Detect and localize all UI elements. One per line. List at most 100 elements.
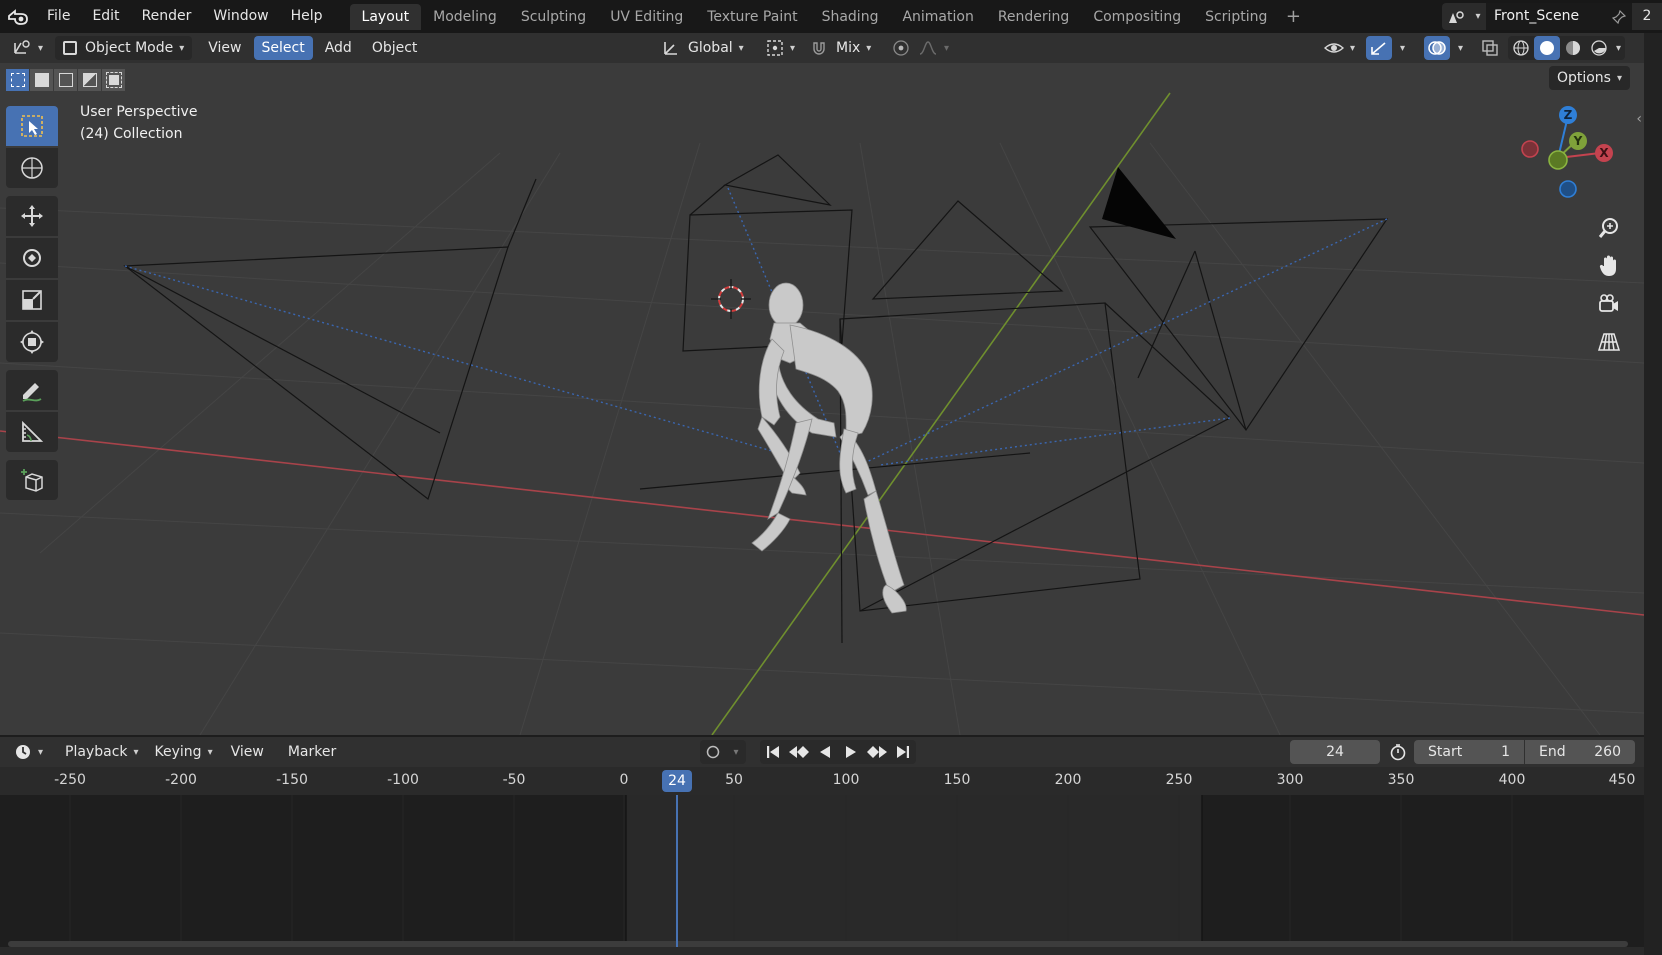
overlays-toggle[interactable]	[1424, 36, 1450, 60]
zoom-icon[interactable]	[1592, 211, 1626, 245]
auto-keying-dropdown[interactable]: ▾	[726, 740, 746, 764]
jump-to-keyframe-prev-button[interactable]	[786, 740, 812, 764]
current-frame-badge[interactable]: 24	[662, 770, 692, 792]
playback-menu[interactable]: Playback ▾	[59, 740, 145, 764]
tab-modeling[interactable]: Modeling	[421, 4, 509, 30]
transform-orientation-dropdown[interactable]: Global ▾	[656, 36, 750, 60]
wireframe-shading-icon[interactable]	[1508, 36, 1534, 60]
tick-label: 50	[725, 772, 743, 788]
editor-type-button[interactable]: ▾	[6, 36, 49, 60]
tab-animation[interactable]: Animation	[890, 4, 985, 30]
gizmo-neg-x-handle[interactable]	[1521, 140, 1539, 158]
menu-render[interactable]: Render	[131, 0, 203, 33]
select-extend-icon[interactable]	[30, 69, 53, 91]
select-invert-icon[interactable]	[78, 69, 101, 91]
jump-to-keyframe-next-button[interactable]	[864, 740, 890, 764]
annotate-tool[interactable]	[6, 370, 58, 410]
scene-browse-button[interactable]: ▾	[1442, 3, 1486, 30]
rotate-tool[interactable]	[6, 238, 58, 278]
timeline-editor-type-button[interactable]: ▾	[8, 740, 49, 764]
add-workspace-button[interactable]: +	[1279, 6, 1307, 27]
playback-label: Playback	[65, 744, 128, 760]
start-frame-field[interactable]: Start 1	[1414, 740, 1524, 764]
current-frame-field[interactable]: 24	[1290, 740, 1380, 764]
chevron-down-icon: ▾	[1616, 72, 1622, 84]
scale-tool[interactable]	[6, 280, 58, 320]
pin-icon[interactable]	[1606, 3, 1632, 30]
menu-add[interactable]: Add	[319, 36, 358, 60]
options-dropdown[interactable]: Options ▾	[1548, 66, 1630, 90]
falloff-dropdown[interactable]: ▾	[912, 36, 955, 60]
menu-select[interactable]: Select	[253, 36, 313, 60]
chevron-down-icon: ▾	[1458, 42, 1464, 54]
xray-toggle[interactable]	[1478, 36, 1502, 60]
tick-label: 450	[1608, 772, 1636, 788]
gizmo-dropdown[interactable]: ▾	[1392, 36, 1407, 60]
tab-shading[interactable]: Shading	[810, 4, 891, 30]
tab-layout[interactable]: Layout	[349, 3, 422, 30]
measure-tool[interactable]	[6, 412, 58, 452]
scene-users-count[interactable]: 2	[1632, 3, 1662, 30]
active-camera-cone[interactable]	[1102, 167, 1176, 239]
menu-file[interactable]: File	[36, 0, 81, 33]
gizmo-toggle[interactable]	[1366, 36, 1392, 60]
scene-name-field[interactable]: Front_Scene	[1486, 3, 1606, 30]
pan-hand-icon[interactable]	[1592, 249, 1626, 283]
tick-label: 150	[943, 772, 971, 788]
blender-logo-icon[interactable]	[0, 0, 36, 33]
end-frame-field[interactable]: End 260	[1525, 740, 1635, 764]
playhead[interactable]	[676, 795, 678, 947]
tab-scripting[interactable]: Scripting	[1193, 4, 1279, 30]
add-cube-tool[interactable]	[6, 460, 58, 500]
tab-rendering[interactable]: Rendering	[986, 4, 1082, 30]
auto-keying-toggle[interactable]	[700, 740, 726, 764]
frame-ruler[interactable]: -250 -200 -150 -100 -50 0 50 100 150 200…	[0, 767, 1644, 795]
gizmo-neg-z-handle[interactable]	[1559, 180, 1577, 198]
menu-help[interactable]: Help	[280, 0, 334, 33]
gizmo-neg-y-handle[interactable]	[1548, 150, 1568, 170]
pivot-point-dropdown[interactable]: ▾	[760, 36, 801, 60]
tab-sculpting[interactable]: Sculpting	[509, 4, 598, 30]
rendered-shading-icon[interactable]	[1586, 36, 1612, 60]
camera-view-icon[interactable]	[1592, 287, 1626, 321]
snap-mode-dropdown[interactable]: Mix ▾	[830, 36, 877, 60]
play-reverse-button[interactable]	[812, 740, 838, 764]
menu-edit[interactable]: Edit	[81, 0, 130, 33]
transform-tool[interactable]	[6, 322, 58, 362]
material-shading-icon[interactable]	[1560, 36, 1586, 60]
tab-compositing[interactable]: Compositing	[1081, 4, 1193, 30]
marker-menu[interactable]: Marker	[282, 740, 342, 764]
tab-texture-paint[interactable]: Texture Paint	[695, 4, 809, 30]
mode-dropdown[interactable]: Object Mode ▾	[55, 36, 193, 60]
jump-to-start-button[interactable]	[760, 740, 786, 764]
solid-shading-icon[interactable]	[1534, 36, 1560, 60]
3d-viewport[interactable]: ▾ Object Mode ▾ View Select Add Object G…	[0, 33, 1644, 735]
select-box-tool[interactable]	[6, 106, 58, 146]
use-preview-range-toggle[interactable]	[1385, 740, 1411, 764]
visibility-dropdown[interactable]: ▾	[1318, 36, 1361, 60]
chevron-down-icon: ▾	[1400, 42, 1406, 54]
select-new-icon[interactable]	[6, 69, 29, 91]
timeline-track-area[interactable]	[0, 795, 1644, 947]
overlays-dropdown[interactable]: ▾	[1450, 36, 1465, 60]
sidebar-toggle-icon[interactable]: ‹	[1636, 111, 1642, 127]
select-intersect-icon[interactable]	[102, 69, 125, 91]
cursor-tool[interactable]	[6, 148, 58, 188]
menu-object[interactable]: Object	[366, 36, 424, 60]
perspective-grid-icon[interactable]	[1592, 325, 1626, 359]
keying-menu[interactable]: Keying ▾	[149, 740, 219, 764]
shading-dropdown[interactable]: ▾	[1612, 36, 1625, 60]
timeline-scrollbar[interactable]	[8, 941, 1628, 947]
timeline-view-menu[interactable]: View	[225, 740, 270, 764]
human-figure-mesh[interactable]	[751, 282, 907, 614]
measure-ruler-icon	[22, 420, 44, 442]
3d-cursor-icon[interactable]	[711, 279, 751, 319]
move-tool[interactable]	[6, 196, 58, 236]
navigation-gizmo[interactable]: Z Y X	[1514, 103, 1624, 203]
jump-to-end-button[interactable]	[890, 740, 916, 764]
select-subtract-icon[interactable]	[54, 69, 77, 91]
menu-view[interactable]: View	[202, 36, 247, 60]
tab-uv-editing[interactable]: UV Editing	[598, 4, 695, 30]
play-button[interactable]	[838, 740, 864, 764]
menu-window[interactable]: Window	[202, 0, 279, 33]
